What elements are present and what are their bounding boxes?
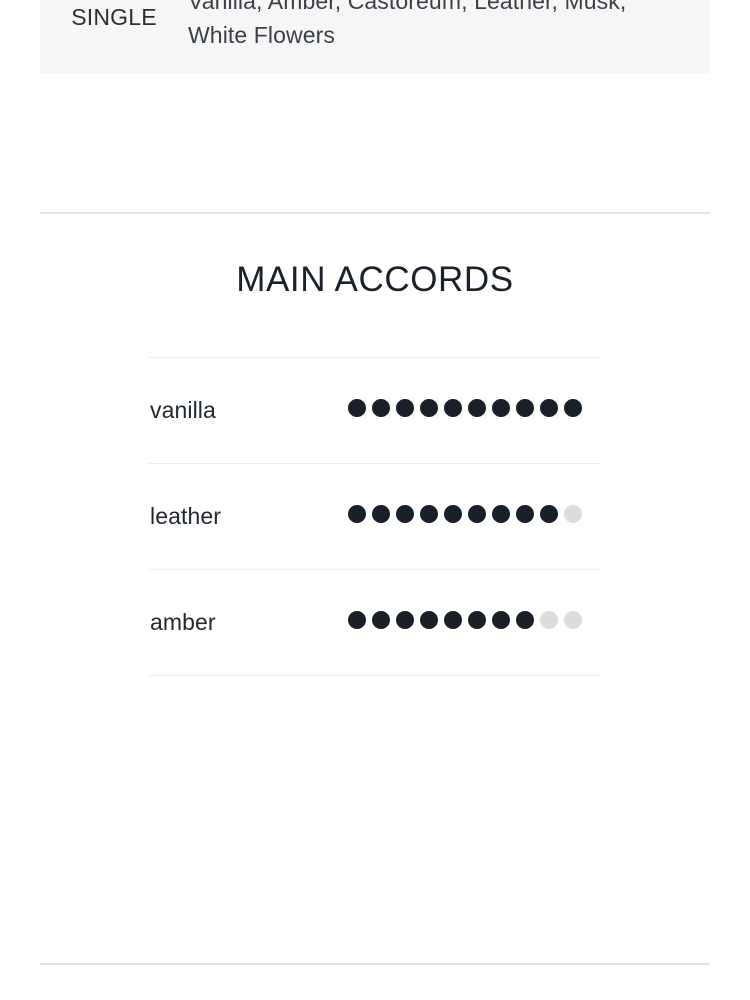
accord-dot-filled	[419, 505, 438, 523]
table-row: leather	[149, 463, 601, 570]
main-accords-section: MAIN ACCORDS vanilla leather amber	[0, 214, 750, 676]
main-accords-table: vanilla leather amber	[149, 357, 601, 676]
accord-dot-filled	[539, 399, 558, 417]
accord-dot-empty	[539, 611, 558, 629]
accord-dot-filled	[443, 611, 462, 629]
fragrance-notes-band: SINGLE Vanilla, Amber, Castoreum, Leathe…	[40, 0, 710, 74]
accord-dot-filled	[395, 399, 414, 417]
accord-strength-meter	[333, 464, 601, 570]
accord-dot-filled	[467, 399, 486, 417]
accord-dot-filled	[395, 611, 414, 629]
accord-dot-scale	[347, 611, 582, 629]
accord-dot-filled	[491, 611, 510, 629]
accord-dot-empty	[563, 611, 582, 629]
accord-dot-filled	[563, 399, 582, 417]
accord-dot-filled	[515, 505, 534, 523]
main-accords-title: MAIN ACCORDS	[236, 260, 514, 299]
accord-dot-filled	[371, 399, 390, 417]
accord-dot-scale	[347, 505, 582, 523]
accord-dot-filled	[443, 505, 462, 523]
accord-dot-empty	[563, 505, 582, 523]
accord-dot-filled	[371, 611, 390, 629]
accord-name: amber	[150, 609, 216, 635]
accord-dot-filled	[467, 505, 486, 523]
notes-band-value: Vanilla, Amber, Castoreum, Leather, Musk…	[188, 0, 627, 48]
accord-name: leather	[150, 503, 222, 529]
accord-dot-filled	[419, 611, 438, 629]
notes-band-label: SINGLE	[71, 4, 157, 31]
accord-dot-filled	[347, 399, 366, 417]
accord-dot-filled	[395, 505, 414, 523]
accord-dot-filled	[347, 505, 366, 523]
accord-dot-filled	[347, 611, 366, 629]
accord-dot-filled	[419, 399, 438, 417]
accord-dot-filled	[515, 611, 534, 629]
main-accords-table-body: vanilla leather amber	[149, 357, 601, 676]
accord-name: vanilla	[150, 397, 216, 423]
accord-dot-filled	[491, 505, 510, 523]
accord-dot-filled	[443, 399, 462, 417]
accord-dot-filled	[491, 399, 510, 417]
accord-strength-meter	[333, 358, 601, 464]
accord-dot-filled	[515, 399, 534, 417]
accord-dot-filled	[371, 505, 390, 523]
section-divider-bottom	[40, 963, 710, 965]
table-row: amber	[149, 569, 601, 676]
accord-strength-meter	[333, 570, 601, 676]
accord-dot-filled	[467, 611, 486, 629]
accord-dot-filled	[539, 505, 558, 523]
table-row: vanilla	[149, 357, 601, 464]
accord-dot-scale	[347, 399, 582, 417]
